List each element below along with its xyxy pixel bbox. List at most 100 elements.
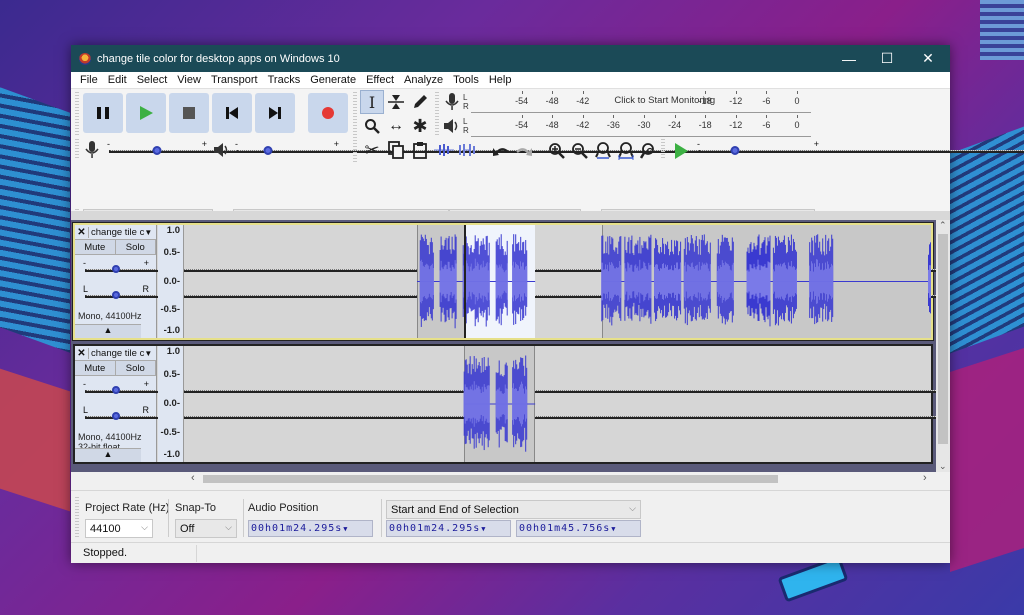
- toolbar-grip[interactable]: [435, 92, 439, 136]
- track-pan-slider[interactable]: L R: [81, 405, 945, 422]
- scroll-left-icon[interactable]: ‹: [191, 472, 195, 484]
- playback-meter-scale[interactable]: -54 -48 -42 -36 -30 -24 -18 -12 -6 0: [471, 115, 811, 137]
- skip-to-end-button[interactable]: [255, 93, 295, 133]
- trim-audio-button[interactable]: [432, 138, 456, 162]
- fit-project-button[interactable]: [614, 139, 638, 163]
- selection-end-field[interactable]: 00h01m45.756s ▼: [516, 520, 641, 537]
- slider-knob[interactable]: [730, 146, 740, 155]
- vertical-scroll-thumb[interactable]: [938, 234, 948, 444]
- scroll-down-icon[interactable]: ⌄: [939, 461, 947, 472]
- track-close-button[interactable]: ✕: [75, 226, 89, 238]
- waveform-area[interactable]: [185, 225, 931, 338]
- menu-view[interactable]: View: [172, 74, 206, 86]
- recording-meter[interactable]: LR Click to Start Monitoring -54 -48 -42 -1…: [441, 90, 811, 114]
- menu-generate[interactable]: Generate: [305, 74, 361, 86]
- project-rate-select[interactable]: 44100 ⌵: [85, 519, 153, 538]
- envelope-tool-button[interactable]: [384, 90, 408, 114]
- horizontal-scrollbar[interactable]: ‹ ›: [71, 472, 950, 486]
- collapse-track-button[interactable]: ▲: [75, 448, 141, 462]
- pause-button[interactable]: [83, 93, 123, 133]
- selection-mode-select[interactable]: Start and End of Selection ⌵: [386, 500, 641, 519]
- time-shift-tool-button[interactable]: ↔: [384, 114, 408, 138]
- redo-button[interactable]: [512, 139, 536, 163]
- zoom-tool-button[interactable]: [360, 114, 384, 138]
- vertical-scrollbar[interactable]: ⌃ ⌄: [936, 220, 950, 472]
- mute-button[interactable]: Mute: [75, 361, 116, 375]
- cut-button[interactable]: ✂: [360, 138, 384, 162]
- menu-edit[interactable]: Edit: [103, 74, 132, 86]
- slider-knob[interactable]: [112, 386, 120, 394]
- undo-button[interactable]: [489, 139, 513, 163]
- record-button[interactable]: [308, 93, 348, 133]
- multi-tool-button[interactable]: ✱: [408, 114, 432, 138]
- play-at-speed-button[interactable]: [669, 139, 693, 163]
- close-button[interactable]: ✕: [906, 45, 950, 72]
- audio-track[interactable]: ✕ change tile c▼ Mute Solo - + L R Mono,…: [73, 344, 945, 464]
- slider-knob[interactable]: [152, 146, 162, 155]
- toolbar-grip[interactable]: [75, 92, 79, 136]
- menu-analyze[interactable]: Analyze: [399, 74, 448, 86]
- edit-cursor: [464, 225, 467, 338]
- maximize-button[interactable]: ☐: [868, 45, 906, 72]
- recording-volume-slider[interactable]: - +: [105, 139, 969, 156]
- track-pan-slider[interactable]: L R: [81, 284, 945, 301]
- zoom-in-button[interactable]: [545, 139, 569, 163]
- menu-transport[interactable]: Transport: [206, 74, 263, 86]
- track-gain-slider[interactable]: - +: [81, 379, 945, 396]
- dropdown-arrow-icon[interactable]: ▼: [481, 525, 486, 533]
- toolbar-grip[interactable]: [661, 139, 665, 159]
- track-name-menu[interactable]: change tile c▼: [89, 348, 156, 359]
- playback-meter[interactable]: LR -54 -48 -42 -36 -30 -24 -18 -12 -6 0: [441, 114, 811, 138]
- playback-volume-slider[interactable]: - +: [233, 139, 1024, 156]
- collapse-track-button[interactable]: ▲: [75, 324, 141, 338]
- silence-audio-button[interactable]: [455, 138, 479, 162]
- track-control-panel[interactable]: ✕ change tile c▼ Mute Solo - + L R Mono,…: [75, 346, 945, 462]
- meter-tick-label: -24: [668, 120, 682, 130]
- skip-to-start-button[interactable]: [212, 93, 252, 133]
- zoom-out-button[interactable]: [568, 139, 592, 163]
- toolbar-grip[interactable]: [75, 139, 79, 159]
- audio-track[interactable]: ✕ change tile c▼ Mute Solo - + L R Mono,…: [72, 222, 945, 341]
- paste-button[interactable]: [408, 138, 432, 162]
- snap-to-select[interactable]: Off ⌵: [175, 519, 237, 538]
- track-name-menu[interactable]: change tile c▼: [89, 227, 156, 238]
- scroll-up-icon[interactable]: ⌃: [939, 220, 947, 231]
- selection-start-field[interactable]: 00h01m24.295s ▼: [386, 520, 511, 537]
- slider-knob[interactable]: [112, 412, 120, 420]
- stop-button[interactable]: [169, 93, 209, 133]
- track-control-panel[interactable]: ✕ change tile c▼ Mute Solo - + L R Mono,…: [75, 225, 945, 338]
- menu-tracks[interactable]: Tracks: [263, 74, 306, 86]
- horizontal-scroll-thumb[interactable]: [203, 475, 778, 483]
- menu-help[interactable]: Help: [484, 74, 517, 86]
- zoom-toggle-button[interactable]: [637, 139, 661, 163]
- dropdown-arrow-icon[interactable]: ▼: [611, 525, 616, 533]
- toolbar-area: - + - + I ↔ ✱ ✂ L R Click to Start Monit…: [71, 89, 1024, 229]
- menu-effect[interactable]: Effect: [361, 74, 399, 86]
- toolbar-grip[interactable]: [75, 497, 79, 537]
- slider-knob[interactable]: [112, 265, 120, 273]
- slider-max-label: +: [143, 258, 149, 268]
- track-gain-slider[interactable]: - +: [81, 258, 945, 275]
- menu-select[interactable]: Select: [132, 74, 173, 86]
- copy-button[interactable]: [384, 138, 408, 162]
- toolbar-grip[interactable]: [353, 92, 357, 162]
- menu-file[interactable]: File: [75, 74, 103, 86]
- solo-button[interactable]: Solo: [115, 361, 156, 375]
- recording-meter-scale[interactable]: Click to Start Monitoring -54 -48 -42 -18 -1…: [471, 91, 811, 113]
- minimize-button[interactable]: —: [830, 45, 868, 72]
- draw-tool-button[interactable]: [408, 90, 432, 114]
- slider-knob[interactable]: [263, 146, 273, 155]
- dropdown-arrow-icon[interactable]: ▼: [343, 525, 348, 533]
- waveform-area[interactable]: [185, 346, 931, 462]
- play-at-speed-slider[interactable]: - +: [695, 139, 1024, 156]
- audio-position-field[interactable]: 00h01m24.295s ▼: [248, 520, 373, 537]
- play-button[interactable]: [126, 93, 166, 133]
- scroll-right-icon[interactable]: ›: [923, 472, 927, 484]
- menu-tools[interactable]: Tools: [448, 74, 484, 86]
- selection-tool-button[interactable]: I: [360, 90, 384, 114]
- mute-button[interactable]: Mute: [75, 240, 116, 254]
- fit-selection-button[interactable]: [591, 139, 615, 163]
- solo-button[interactable]: Solo: [115, 240, 156, 254]
- track-close-button[interactable]: ✕: [75, 347, 89, 359]
- slider-knob[interactable]: [112, 291, 120, 299]
